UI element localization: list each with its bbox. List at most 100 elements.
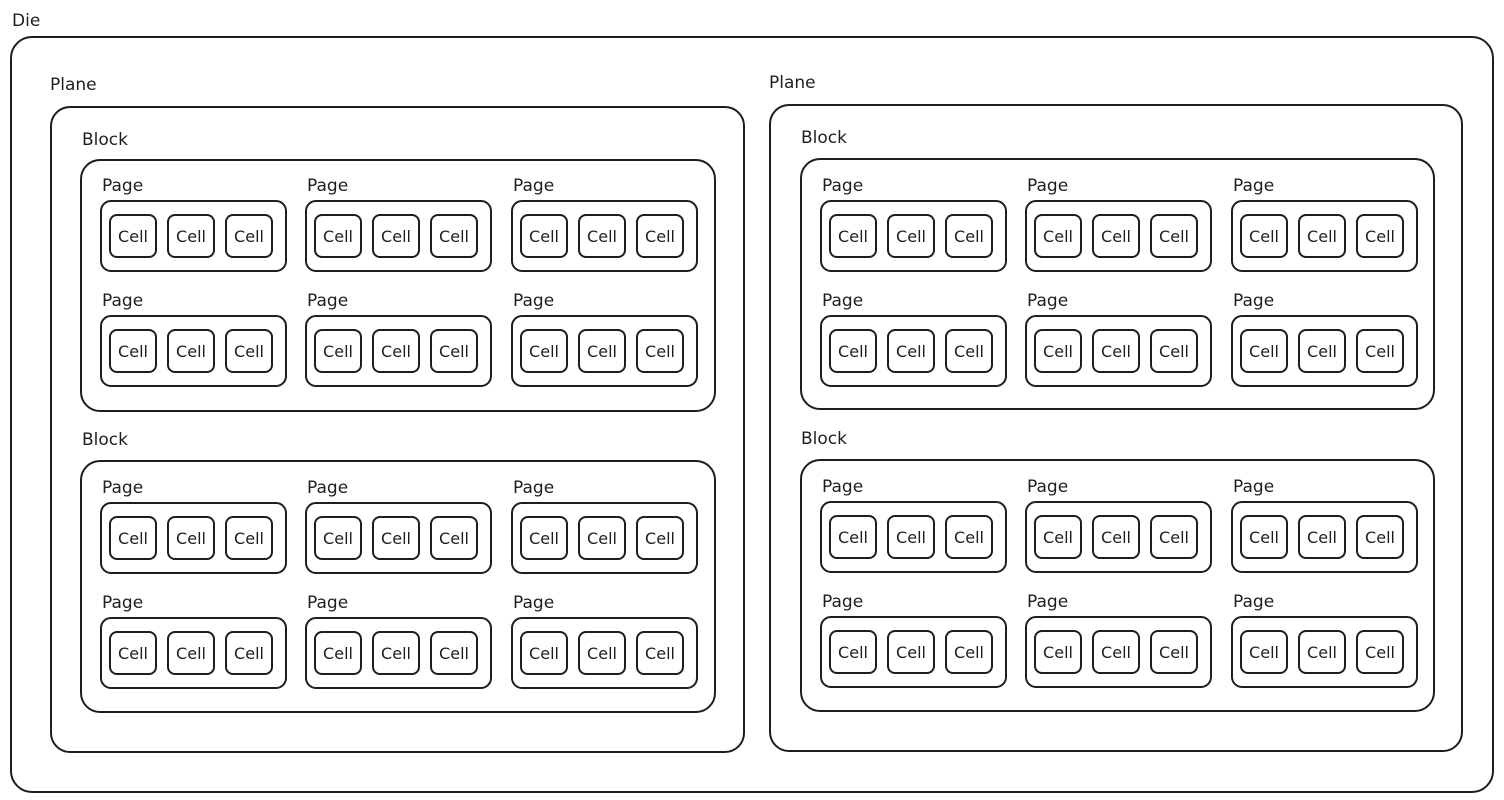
cell-box: Cell — [109, 329, 157, 373]
cell-box: Cell — [829, 214, 877, 258]
cell-box: Cell — [1150, 630, 1198, 674]
cell-box: Cell — [636, 516, 684, 560]
page-label: Page — [307, 176, 349, 196]
page-label: Page — [513, 176, 555, 196]
cell-box: Cell — [578, 631, 626, 675]
cell-box: Cell — [1298, 630, 1346, 674]
page-label: Page — [102, 593, 144, 613]
cell-box: Cell — [430, 214, 478, 258]
cell-box: Cell — [1240, 329, 1288, 373]
cell-box: Cell — [1034, 214, 1082, 258]
cell-box: Cell — [945, 329, 993, 373]
cell-box: Cell — [314, 631, 362, 675]
cell-box: Cell — [520, 631, 568, 675]
cell-box: Cell — [314, 214, 362, 258]
cell-box: Cell — [167, 631, 215, 675]
cell-box: Cell — [430, 329, 478, 373]
cell-box: Cell — [1298, 214, 1346, 258]
cell-box: Cell — [578, 214, 626, 258]
page-label: Page — [1027, 291, 1069, 311]
cell-box: Cell — [109, 516, 157, 560]
page-label: Page — [307, 291, 349, 311]
cell-box: Cell — [430, 516, 478, 560]
cell-box: Cell — [1092, 329, 1140, 373]
page-label: Page — [1027, 477, 1069, 497]
plane-label: Plane — [769, 73, 816, 93]
cell-box: Cell — [1034, 630, 1082, 674]
page-label: Page — [307, 593, 349, 613]
cell-box: Cell — [372, 516, 420, 560]
cell-box: Cell — [520, 214, 568, 258]
cell-box: Cell — [887, 214, 935, 258]
cell-box: Cell — [314, 329, 362, 373]
block-label: Block — [801, 128, 847, 148]
cell-box: Cell — [225, 329, 273, 373]
cell-box: Cell — [578, 516, 626, 560]
cell-box: Cell — [636, 631, 684, 675]
page-label: Page — [102, 176, 144, 196]
page-label: Page — [1233, 477, 1275, 497]
cell-box: Cell — [887, 515, 935, 559]
cell-box: Cell — [578, 329, 626, 373]
cell-box: Cell — [225, 214, 273, 258]
page-label: Page — [822, 592, 864, 612]
page-label: Page — [822, 176, 864, 196]
cell-box: Cell — [1298, 515, 1346, 559]
page-label: Page — [822, 291, 864, 311]
block-label: Block — [82, 430, 128, 450]
cell-box: Cell — [314, 516, 362, 560]
cell-box: Cell — [167, 329, 215, 373]
cell-box: Cell — [520, 329, 568, 373]
cell-box: Cell — [636, 214, 684, 258]
cell-box: Cell — [1356, 214, 1404, 258]
block-label: Block — [82, 130, 128, 150]
cell-box: Cell — [372, 631, 420, 675]
page-label: Page — [1233, 592, 1275, 612]
cell-box: Cell — [945, 630, 993, 674]
cell-box: Cell — [1240, 214, 1288, 258]
page-label: Page — [1027, 176, 1069, 196]
page-label: Page — [102, 478, 144, 498]
cell-box: Cell — [1356, 630, 1404, 674]
cell-box: Cell — [372, 214, 420, 258]
cell-box: Cell — [225, 516, 273, 560]
cell-box: Cell — [1298, 329, 1346, 373]
cell-box: Cell — [945, 214, 993, 258]
cell-box: Cell — [1092, 214, 1140, 258]
cell-box: Cell — [1092, 630, 1140, 674]
die-label: Die — [12, 11, 41, 31]
page-label: Page — [1233, 176, 1275, 196]
cell-box: Cell — [887, 630, 935, 674]
cell-box: Cell — [430, 631, 478, 675]
cell-box: Cell — [829, 329, 877, 373]
cell-box: Cell — [1356, 329, 1404, 373]
page-label: Page — [513, 478, 555, 498]
cell-box: Cell — [829, 515, 877, 559]
cell-box: Cell — [520, 516, 568, 560]
cell-box: Cell — [1150, 515, 1198, 559]
cell-box: Cell — [1150, 214, 1198, 258]
page-label: Page — [1027, 592, 1069, 612]
cell-box: Cell — [636, 329, 684, 373]
cell-box: Cell — [829, 630, 877, 674]
cell-box: Cell — [167, 214, 215, 258]
cell-box: Cell — [1092, 515, 1140, 559]
page-label: Page — [513, 291, 555, 311]
page-label: Page — [822, 477, 864, 497]
cell-box: Cell — [1034, 515, 1082, 559]
cell-box: Cell — [887, 329, 935, 373]
page-label: Page — [102, 291, 144, 311]
cell-box: Cell — [109, 214, 157, 258]
block-label: Block — [801, 429, 847, 449]
cell-box: Cell — [1150, 329, 1198, 373]
cell-box: Cell — [1356, 515, 1404, 559]
cell-box: Cell — [1240, 630, 1288, 674]
page-label: Page — [307, 478, 349, 498]
page-label: Page — [1233, 291, 1275, 311]
cell-box: Cell — [167, 516, 215, 560]
cell-box: Cell — [1034, 329, 1082, 373]
cell-box: Cell — [1240, 515, 1288, 559]
plane-label: Plane — [50, 75, 97, 95]
page-label: Page — [513, 593, 555, 613]
cell-box: Cell — [945, 515, 993, 559]
